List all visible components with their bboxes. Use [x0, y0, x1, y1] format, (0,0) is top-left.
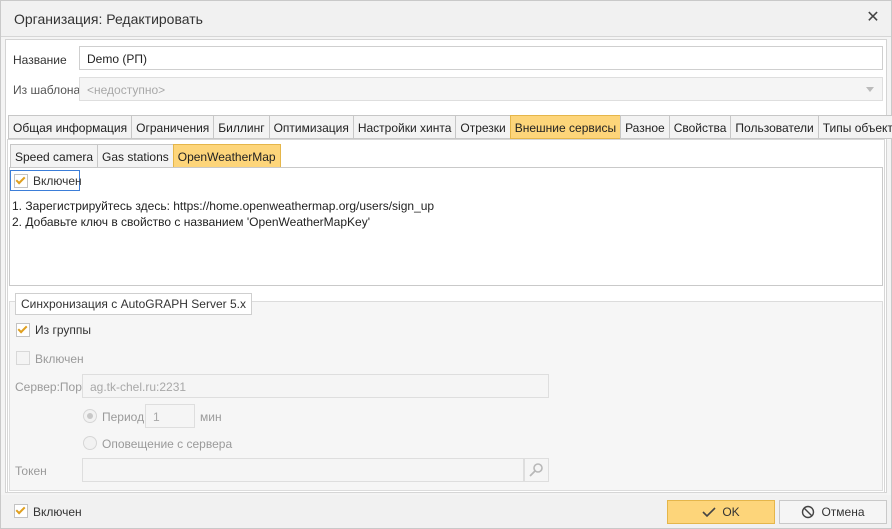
ok-button[interactable]: OK [667, 500, 775, 524]
dialog-content: Название Demo (РП) Из шаблона <недоступн… [5, 39, 892, 493]
token-label: Токен [15, 464, 47, 478]
tab-general[interactable]: Общая информация [8, 115, 132, 139]
dialog-footer: Включен OK Отмена [1, 495, 891, 528]
instruction-line-2: 2. Добавьте ключ в свойство с названием … [12, 215, 370, 229]
from-group-label: Из группы [35, 323, 91, 337]
tab-limits[interactable]: Ограничения [131, 115, 214, 139]
sync-enabled-checkbox [16, 351, 30, 365]
footer-enabled-checkbox[interactable] [14, 504, 28, 518]
period-label: Период [102, 410, 145, 424]
chevron-down-icon [866, 87, 874, 92]
token-input [82, 458, 524, 482]
service-enabled-label: Включен [33, 174, 82, 188]
cancel-icon [802, 505, 815, 519]
token-lookup-button [524, 458, 549, 482]
tab-properties[interactable]: Свойства [668, 115, 731, 139]
subtab-speed-camera[interactable]: Speed camera [10, 144, 98, 168]
title-bar: Организация: Редактировать ✕ [1, 1, 891, 37]
subtab-openweathermap[interactable]: OpenWeatherMap [172, 144, 281, 168]
service-enabled-checkbox[interactable] [14, 174, 28, 188]
name-label: Название [13, 53, 67, 67]
tab-segments[interactable]: Отрезки [455, 115, 510, 139]
close-icon[interactable]: ✕ [865, 9, 881, 27]
instruction-line-1: 1. Зарегистрируйтесь здесь: https://home… [12, 199, 435, 213]
checkmark-icon [702, 507, 716, 518]
main-tabs: Общая информация Ограничения Биллинг Опт… [8, 115, 892, 139]
period-unit-label: мин [200, 410, 222, 424]
period-input: 1 [145, 404, 195, 428]
sync-section-title: Синхронизация с AutoGRAPH Server 5.x [15, 293, 252, 315]
server-port-input: ag.tk-chel.ru:2231 [82, 374, 549, 398]
edit-organization-dialog: Организация: Редактировать ✕ Название De… [0, 0, 892, 529]
name-field[interactable]: Demo (РП) [79, 46, 883, 70]
notify-radio [83, 436, 97, 450]
sync-enabled-label: Включен [35, 352, 84, 366]
service-subtabs: Speed camera Gas stations OpenWeatherMap [10, 144, 281, 168]
subtab-gas-stations[interactable]: Gas stations [97, 144, 173, 168]
period-radio [83, 409, 97, 423]
template-select: <недоступно> [79, 77, 883, 101]
key-icon [529, 463, 543, 477]
footer-enabled-label: Включен [33, 505, 82, 519]
dialog-title: Организация: Редактировать [14, 11, 203, 27]
from-group-checkbox[interactable] [16, 323, 30, 337]
tab-misc[interactable]: Разное [620, 115, 669, 139]
tab-hint-settings[interactable]: Настройки хинта [352, 115, 456, 139]
tab-users[interactable]: Пользователи [730, 115, 818, 139]
cancel-button[interactable]: Отмена [779, 500, 887, 524]
template-placeholder: <недоступно> [87, 83, 166, 97]
cancel-label: Отмена [821, 505, 865, 519]
tab-billing[interactable]: Биллинг [213, 115, 269, 139]
ok-label: OK [722, 505, 740, 519]
template-label: Из шаблона [13, 83, 81, 97]
tab-external-services[interactable]: Внешние сервисы [509, 115, 621, 139]
tab-object-types[interactable]: Типы объектов [817, 115, 892, 139]
tab-optimization[interactable]: Оптимизация [268, 115, 353, 139]
notify-label: Оповещение с сервера [102, 437, 233, 451]
openweathermap-panel: Включен 1. Зарегистрируйтесь здесь: http… [9, 167, 883, 286]
server-label: Сервер:Порт [15, 380, 88, 394]
